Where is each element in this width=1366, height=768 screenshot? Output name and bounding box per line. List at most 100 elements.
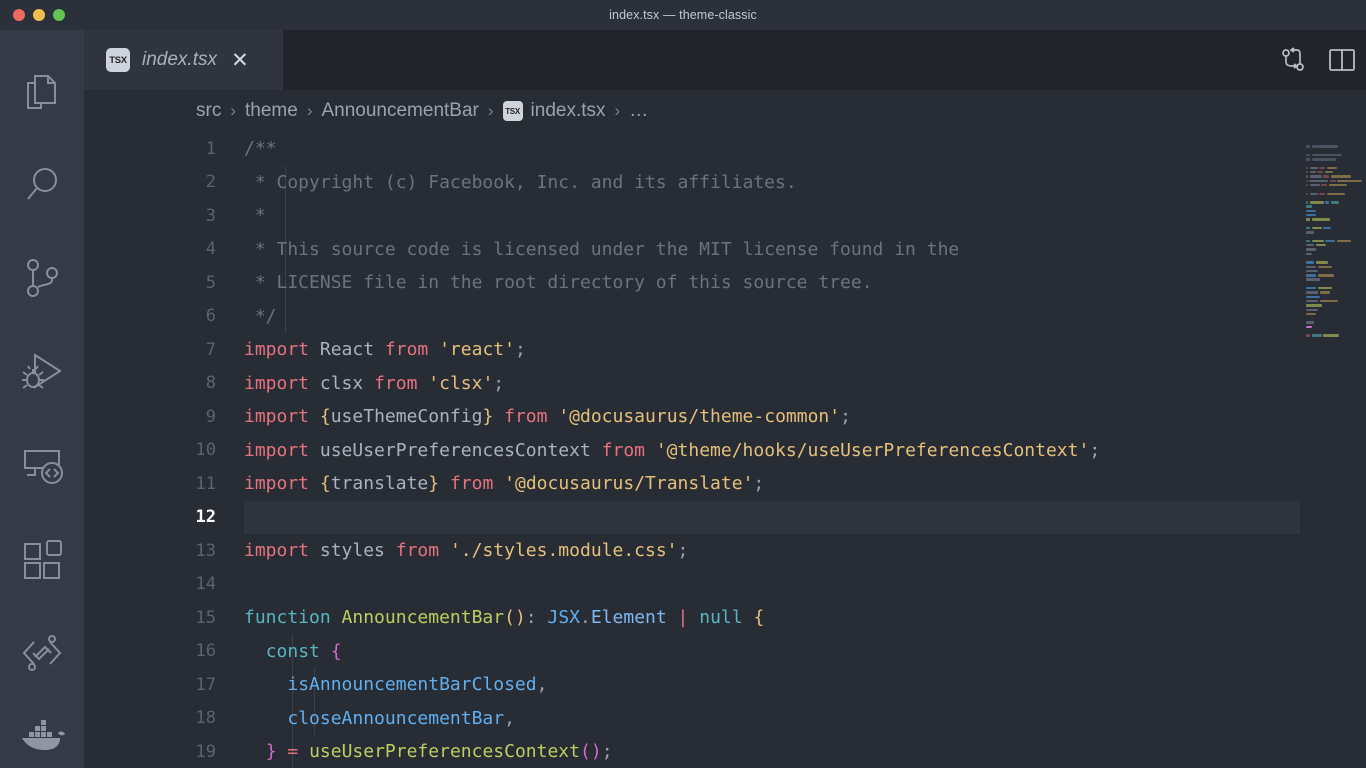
breadcrumb-item-index-tsx[interactable]: index.tsx	[531, 100, 606, 122]
code-token: from	[384, 339, 429, 361]
code-token: ;	[601, 741, 613, 763]
breadcrumb-item-src[interactable]: src	[196, 100, 221, 122]
minimap-segment	[1326, 166, 1337, 170]
code-line[interactable]: 19 } = useUserPreferencesContext();	[84, 735, 1366, 768]
minimap-segment	[1306, 299, 1318, 303]
line-number: 3	[205, 205, 216, 226]
breadcrumb-item-announcementbar[interactable]: AnnouncementBar	[321, 100, 478, 122]
line-number: 2	[205, 172, 216, 193]
minimize-window-button[interactable]	[33, 9, 45, 21]
code-token: import	[244, 339, 310, 361]
code-line[interactable]: 16 const {	[84, 635, 1366, 669]
code-token: {	[753, 607, 765, 629]
code-line[interactable]: 12	[84, 500, 1366, 534]
minimap-segment	[1317, 265, 1332, 268]
code-token: AnnouncementBar	[341, 607, 505, 629]
sidebar-item-source-control[interactable]	[0, 231, 84, 325]
breadcrumb-separator: ›	[230, 101, 236, 120]
sidebar-item-search[interactable]	[0, 138, 84, 232]
code-token: 'clsx'	[428, 372, 494, 394]
code-token: const	[265, 640, 320, 662]
code-line[interactable]: 3 *	[84, 199, 1366, 233]
code-text: function AnnouncementBar(): JSX.Element …	[244, 607, 1366, 628]
minimap-segment	[1306, 295, 1320, 299]
line-number: 19	[195, 741, 216, 762]
minimap-segment	[1306, 265, 1316, 268]
code-line[interactable]: 13 import styles from './styles.module.cs…	[84, 534, 1366, 568]
line-number: 6	[205, 306, 216, 327]
code-token: closeAnnouncementBar	[287, 707, 505, 729]
breadcrumb-item-more[interactable]: …	[629, 100, 648, 122]
code-line[interactable]: 17 isAnnouncementBarClosed,	[84, 668, 1366, 702]
code-token: from	[374, 372, 418, 394]
code-token: useUserPreferencesContext	[309, 439, 602, 461]
code-line[interactable]: 14	[84, 568, 1366, 602]
close-window-button[interactable]	[13, 9, 25, 21]
source-control-icon	[21, 256, 63, 300]
minimap-segment	[1319, 192, 1325, 195]
split-editor-icon[interactable]	[1328, 47, 1356, 73]
line-number: 5	[205, 272, 216, 293]
code-line[interactable]: 2 * Copyright (c) Facebook, Inc. and its…	[84, 166, 1366, 200]
minimap-segment	[1323, 226, 1331, 230]
code-editor[interactable]: 1 /** 2 * Copyright (c) Facebook, Inc. and…	[84, 132, 1366, 768]
sidebar-item-docker[interactable]	[0, 700, 84, 768]
code-token: translate	[330, 473, 429, 495]
code-line[interactable]: 10 import useUserPreferencesContext from …	[84, 434, 1366, 468]
code-token: |	[677, 607, 689, 629]
zoom-window-button[interactable]	[53, 9, 65, 21]
code-text: import styles from './styles.module.css'…	[244, 540, 1366, 561]
tsx-file-icon: TSX	[502, 101, 523, 121]
code-line[interactable]: 11 import {translate} from '@docusaurus/T…	[84, 467, 1366, 501]
sidebar-item-remote-explorer[interactable]	[0, 419, 84, 513]
minimap-line	[1306, 333, 1362, 337]
code-text: *	[244, 205, 1366, 226]
code-line[interactable]: 6 */	[84, 300, 1366, 334]
code-line[interactable]: 7 import React from 'react';	[84, 333, 1366, 367]
code-text: closeAnnouncementBar,	[244, 708, 1366, 729]
code-token: from	[504, 406, 548, 428]
sidebar-item-gitlens[interactable]	[0, 606, 84, 700]
line-number: 12	[195, 507, 216, 528]
editor-area: TSX index.tsx ✕ src › theme › Announceme…	[84, 30, 1366, 768]
editor-tab-index-tsx[interactable]: TSX index.tsx ✕	[84, 30, 284, 90]
code-text: import {useThemeConfig} from '@docusauru…	[244, 406, 1366, 427]
editor-tab-actions	[1280, 30, 1366, 90]
breadcrumb-item-theme[interactable]: theme	[245, 100, 298, 122]
compare-changes-icon[interactable]	[1280, 47, 1306, 73]
code-text: * Copyright (c) Facebook, Inc. and its a…	[244, 172, 1366, 193]
line-number: 8	[205, 373, 216, 394]
code-line[interactable]: 18 closeAnnouncementBar,	[84, 702, 1366, 736]
code-token: import	[244, 372, 310, 394]
code-line[interactable]: 8 import clsx from 'clsx';	[84, 367, 1366, 401]
close-icon[interactable]: ✕	[229, 49, 251, 71]
minimap-segment	[1311, 334, 1322, 337]
code-token: import	[244, 439, 310, 461]
code-line[interactable]: 15 function AnnouncementBar(): JSX.Elemen…	[84, 601, 1366, 635]
code-line[interactable]: 5 * LICENSE file in the root directory o…	[84, 266, 1366, 300]
code-line[interactable]: 4 * This source code is licensed under t…	[84, 233, 1366, 267]
code-text: /**	[244, 138, 1366, 159]
code-line[interactable]: 1 /**	[84, 132, 1366, 166]
line-number: 18	[195, 708, 216, 729]
code-token: './styles.module.css'	[449, 540, 678, 562]
sidebar-item-extensions[interactable]	[0, 512, 84, 606]
sidebar-item-run-and-debug[interactable]	[0, 325, 84, 419]
code-token: ,	[536, 674, 548, 696]
breadcrumb: src › theme › AnnouncementBar › TSX inde…	[84, 90, 1366, 132]
sidebar-item-explorer[interactable]	[0, 44, 84, 138]
window-title: index.tsx — theme-classic	[609, 8, 757, 22]
code-line[interactable]: 9 import {useThemeConfig} from '@docusaur…	[84, 400, 1366, 434]
line-number: 17	[195, 674, 216, 695]
code-text: * This source code is licensed under the…	[244, 239, 1366, 260]
code-text: const {	[244, 641, 1366, 662]
